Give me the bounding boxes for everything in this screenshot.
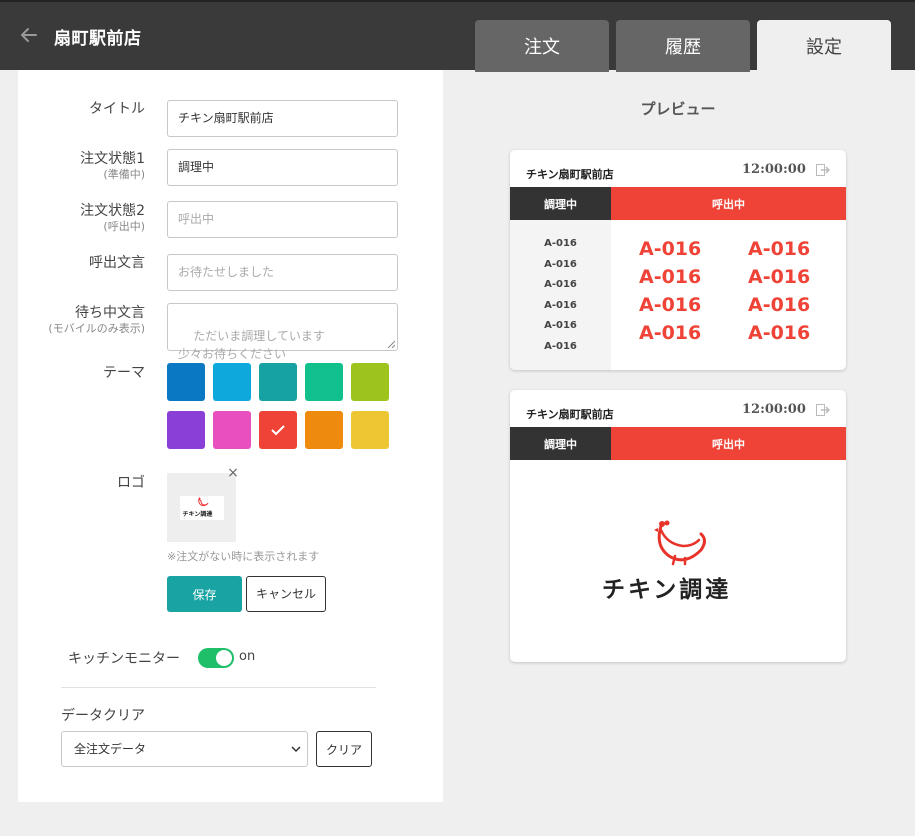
kitchen-monitor-label: キッチンモニター [68, 651, 180, 667]
theme-swatch[interactable] [167, 363, 205, 401]
status1-input[interactable]: 調理中 [167, 149, 398, 186]
preview-logo-text: チキン調達 [602, 577, 732, 603]
preview-card-header: チキン扇町駅前店 12:00:00 [510, 150, 846, 187]
resize-handle-icon[interactable] [387, 340, 395, 348]
tab-history[interactable]: 履歴 [616, 20, 750, 72]
prep-order-number: A-016 [544, 238, 577, 249]
call-column-header: 呼出中 [611, 427, 846, 460]
prep-order-number: A-016 [544, 279, 577, 290]
tab-settings[interactable]: 設定 [757, 20, 891, 72]
store-name: 扇町駅前店 [54, 29, 142, 49]
call-order-number: A-016 [639, 238, 702, 260]
rooster-icon [197, 497, 208, 506]
prep-order-number: A-016 [544, 299, 577, 311]
tab-orders[interactable]: 注文 [475, 20, 609, 72]
check-icon [271, 425, 285, 436]
theme-label: テーマ [103, 365, 145, 381]
kitchen-monitor-toggle[interactable] [198, 648, 234, 668]
call-order-number: A-016 [639, 266, 702, 288]
status1-label: 注文状態1 (準備中) [80, 151, 145, 181]
logo-upload[interactable]: チキン調達 [167, 473, 236, 542]
settings-panel: タイトル チキン扇町駅前店 注文状態1 (準備中) 調理中 注文状態2 (呼出中… [18, 70, 443, 802]
call-order-number: A-016 [639, 294, 702, 316]
waiting-message-label: 待ち中文言 (モバイルのみ表示) [48, 305, 145, 335]
theme-swatch[interactable] [351, 363, 389, 401]
theme-swatch[interactable] [167, 411, 205, 449]
data-clear-selected: 全注文データ [74, 742, 147, 756]
logo-thumbnail-text: チキン調達 [182, 510, 213, 518]
prep-column-header: 調理中 [510, 187, 611, 220]
clear-button[interactable]: クリア [316, 731, 372, 767]
prep-order-number: A-016 [544, 320, 577, 331]
theme-swatch[interactable] [305, 363, 343, 401]
save-button[interactable]: 保存 [167, 576, 242, 612]
call-order-number: A-016 [748, 266, 811, 288]
call-order-number: A-016 [748, 238, 811, 260]
cancel-button[interactable]: キャンセル [246, 576, 326, 612]
status2-input[interactable]: 呼出中 [167, 201, 398, 238]
preview-store-name: チキン扇町駅前店 [526, 168, 614, 181]
call-order-number: A-016 [748, 322, 811, 344]
preview-status-bar: 調理中 呼出中 [510, 187, 846, 220]
preview-card-orders: チキン扇町駅前店 12:00:00 調理中 呼出中 A-016 A-016 A-01… [510, 150, 846, 370]
theme-swatch[interactable] [213, 411, 251, 449]
theme-swatch[interactable] [259, 411, 297, 449]
preview-title: プレビュー [640, 100, 716, 118]
prep-order-list: A-016 A-016 A-016 A-016 A-016 A-016 [510, 220, 611, 370]
chevron-down-icon [291, 746, 301, 753]
title-label: タイトル [89, 101, 145, 117]
call-order-number: A-016 [748, 294, 811, 316]
rooster-logo-icon [654, 520, 706, 566]
kitchen-monitor-state: on [239, 649, 256, 664]
title-input[interactable]: チキン扇町駅前店 [167, 100, 398, 137]
call-message-label: 呼出文言 [89, 255, 145, 271]
exit-icon [816, 404, 830, 416]
preview-clock: 12:00:00 [742, 402, 806, 417]
waiting-message-textarea[interactable]: ただいま調理しています 少々お待ちください [167, 303, 398, 361]
preview-card-header: チキン扇町駅前店 12:00:00 [510, 390, 846, 427]
theme-swatch[interactable] [213, 363, 251, 401]
logo-remove-icon[interactable]: × [226, 466, 240, 480]
divider [61, 687, 376, 688]
prep-order-number: A-016 [544, 258, 577, 270]
theme-swatch[interactable] [305, 411, 343, 449]
preview-logo-area: チキン調達 [510, 460, 846, 662]
logo-thumbnail: チキン調達 [179, 495, 224, 520]
logo-label: ロゴ [117, 475, 145, 491]
data-clear-label: データクリア [61, 708, 145, 724]
call-order-number: A-016 [639, 322, 702, 344]
back-arrow-icon[interactable] [18, 24, 40, 46]
toggle-knob [216, 650, 232, 666]
prep-order-number: A-016 [544, 340, 577, 352]
preview-card-idle: チキン扇町駅前店 12:00:00 調理中 呼出中 チキン調達 [510, 390, 846, 662]
theme-swatch[interactable] [351, 411, 389, 449]
exit-icon [816, 164, 830, 176]
preview-order-grid: A-016 A-016 A-016 A-016 A-016 A-016 A-016 A-01… [510, 220, 846, 370]
prep-column-header: 調理中 [510, 427, 611, 460]
logo-note: ※注文がない時に表示されます [167, 550, 320, 563]
call-column-header: 呼出中 [611, 187, 846, 220]
preview-status-bar: 調理中 呼出中 [510, 427, 846, 460]
app-header: 扇町駅前店 注文 履歴 設定 [0, 0, 915, 72]
data-clear-select[interactable]: 全注文データ [61, 731, 308, 767]
call-message-input[interactable]: お待たせしました [167, 254, 398, 291]
preview-clock: 12:00:00 [742, 162, 806, 177]
preview-store-name: チキン扇町駅前店 [526, 408, 614, 421]
theme-swatch[interactable] [259, 363, 297, 401]
waiting-message-placeholder: ただいま調理しています 少々お待ちください [178, 329, 325, 361]
status2-label: 注文状態2 (呼出中) [80, 203, 145, 233]
